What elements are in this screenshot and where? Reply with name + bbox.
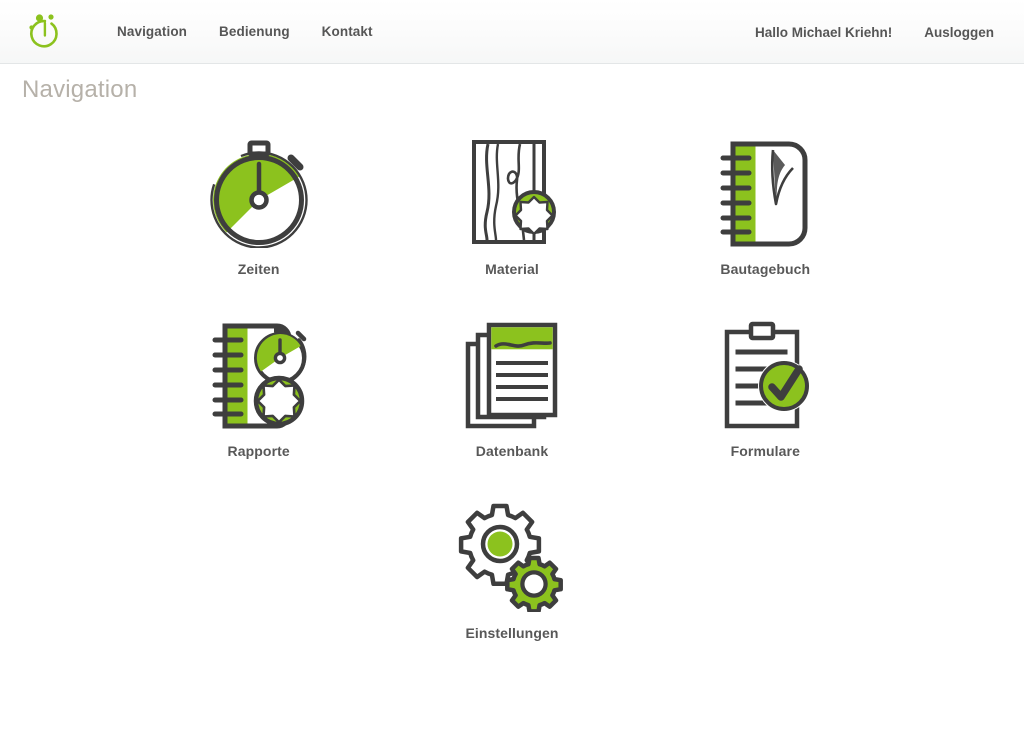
tile-label-material: Material bbox=[485, 261, 539, 277]
tile-zeiten[interactable]: Zeiten bbox=[149, 132, 369, 277]
tile-label-datenbank: Datenbank bbox=[475, 443, 549, 459]
clipboard-check-icon bbox=[705, 314, 825, 434]
nav-link-kontakt[interactable]: Kontakt bbox=[306, 18, 389, 45]
stacked-documents-icon bbox=[452, 314, 572, 434]
primary-nav: Navigation Bedienung Kontakt bbox=[101, 18, 389, 45]
stopwatch-icon bbox=[199, 132, 319, 252]
tile-bautagebuch[interactable]: Bautagebuch bbox=[655, 132, 875, 277]
tile-label-bautagebuch: Bautagebuch bbox=[720, 261, 811, 277]
stopwatch-logo-icon[interactable] bbox=[22, 9, 68, 55]
user-greeting[interactable]: Hallo Michael Kriehn! bbox=[739, 19, 908, 46]
tile-rapporte[interactable]: Rapporte bbox=[149, 314, 369, 459]
tile-label-rapporte: Rapporte bbox=[227, 443, 290, 459]
nav-link-bedienung[interactable]: Bedienung bbox=[203, 18, 306, 45]
tile-einstellungen[interactable]: Einstellungen bbox=[402, 496, 622, 641]
page-title: Navigation bbox=[22, 76, 138, 103]
wood-panel-star-badge-icon bbox=[452, 132, 572, 252]
tile-label-einstellungen: Einstellungen bbox=[465, 625, 559, 641]
tile-formulare[interactable]: Formulare bbox=[655, 314, 875, 459]
tile-material[interactable]: Material bbox=[402, 132, 622, 277]
spiral-notebook-icon bbox=[705, 132, 825, 252]
tile-label-zeiten: Zeiten bbox=[237, 261, 280, 277]
tile-datenbank[interactable]: Datenbank bbox=[402, 314, 622, 459]
tile-grid: Zeiten Material Bautagebuch Rapporte Dat… bbox=[132, 104, 892, 641]
app-header: Navigation Bedienung Kontakt Hallo Micha… bbox=[0, 0, 1024, 64]
tile-label-formulare: Formulare bbox=[730, 443, 800, 459]
nav-link-navigation[interactable]: Navigation bbox=[101, 18, 203, 45]
gears-icon bbox=[452, 496, 572, 616]
user-nav: Hallo Michael Kriehn! Ausloggen bbox=[739, 0, 1010, 64]
logout-link[interactable]: Ausloggen bbox=[908, 19, 1010, 46]
notebook-stopwatch-star-icon bbox=[199, 314, 319, 434]
